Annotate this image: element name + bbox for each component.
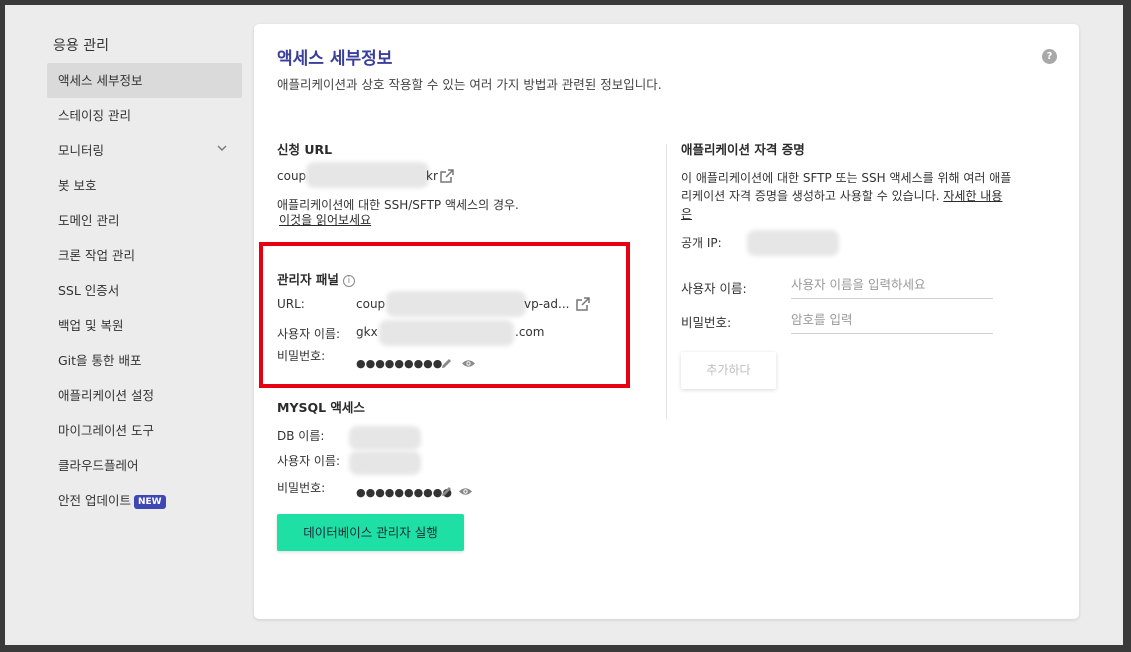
sidebar-item-label: 봇 보호 — [58, 178, 97, 193]
sidebar-item-access-details[interactable]: 액세스 세부정보 — [47, 63, 242, 98]
access-details-card: 액세스 세부정보 애플리케이션과 상호 작용할 수 있는 여러 가지 방법과 관… — [254, 24, 1079, 619]
more-info-link-cont[interactable]: 은 — [681, 205, 692, 222]
sidebar-item-ssl[interactable]: SSL 인증서 — [47, 273, 242, 308]
sidebar-item-label: 스테이징 관리 — [58, 108, 131, 123]
sidebar-item-cloudflare[interactable]: 클라우드플레어 — [47, 448, 242, 483]
sidebar-item-migration[interactable]: 마이그레이션 도구 — [47, 413, 242, 448]
redacted-blur — [349, 426, 421, 450]
app-url-heading: 신청 URL — [277, 142, 333, 157]
db-user-label: 사용자 이름: — [277, 454, 341, 468]
admin-url-start: coup — [356, 297, 386, 311]
sidebar-item-label: 애플리케이션 설정 — [58, 388, 154, 403]
eye-icon[interactable] — [458, 486, 473, 500]
db-password-masked: ●●●●●●●●●● — [356, 486, 452, 499]
sidebar-item-staging[interactable]: 스테이징 관리 — [47, 98, 242, 133]
redacted-blur — [306, 162, 429, 188]
redacted-blur — [379, 320, 514, 346]
column-divider — [666, 144, 667, 419]
external-link-icon[interactable] — [440, 169, 454, 187]
admin-panel-heading-text: 관리자 패널 — [277, 272, 339, 287]
sidebar: 응용 관리 액세스 세부정보 스테이징 관리 모니터링 봇 보호 도메인 관리 … — [47, 27, 242, 518]
sidebar-title: 응용 관리 — [53, 38, 109, 54]
page-title: 액세스 세부정보 — [277, 49, 393, 69]
admin-url-end: vp-ad... — [524, 297, 570, 311]
credentials-desc-1: 이 애플리케이션에 대한 SFTP 또는 SSH 액세스를 위해 여러 애플 — [681, 171, 1012, 185]
admin-user-start: gkx — [356, 325, 378, 339]
sidebar-item-label: Git을 통한 배포 — [58, 353, 142, 368]
edit-icon[interactable] — [440, 357, 453, 373]
sidebar-item-label: 클라우드플레어 — [58, 458, 139, 473]
sidebar-item-label: 마이그레이션 도구 — [58, 423, 154, 438]
password-label: 비밀번호: — [681, 315, 732, 330]
admin-password-masked: ●●●●●●●●● — [356, 357, 443, 370]
read-this-link[interactable]: 이것을 읽어보세요 — [279, 211, 371, 228]
sidebar-item-label: 백업 및 복원 — [58, 318, 124, 333]
redacted-blur — [349, 451, 421, 475]
help-icon[interactable]: ? — [1042, 49, 1057, 64]
external-link-icon[interactable] — [576, 297, 590, 315]
admin-user-end: .com — [515, 325, 545, 339]
sidebar-item-monitoring[interactable]: 모니터링 — [47, 133, 242, 168]
redacted-blur — [386, 291, 526, 317]
sidebar-item-git[interactable]: Git을 통한 배포 — [47, 343, 242, 378]
sidebar-item-cron[interactable]: 크론 작업 관리 — [47, 238, 242, 273]
sidebar-item-label: 크론 작업 관리 — [58, 248, 135, 263]
sidebar-item-label: 안전 업데이트 — [58, 493, 131, 508]
new-badge: NEW — [133, 494, 166, 509]
sidebar-item-label: 모니터링 — [58, 143, 105, 158]
db-pass-label: 비밀번호: — [277, 481, 326, 495]
admin-user-label: 사용자 이름: — [277, 327, 341, 341]
sidebar-item-domains[interactable]: 도메인 관리 — [47, 203, 242, 238]
app-url-end: kr — [426, 169, 438, 183]
eye-icon[interactable] — [461, 358, 476, 372]
admin-panel-heading: 관리자 패널 i — [277, 269, 355, 288]
add-credential-button[interactable]: 추가하다 — [681, 352, 776, 389]
info-icon[interactable]: i — [342, 274, 355, 287]
page-subtitle: 애플리케이션과 상호 작용할 수 있는 여러 가지 방법과 관련된 정보입니다. — [277, 77, 662, 92]
admin-pass-label: 비밀번호: — [277, 349, 326, 363]
credentials-heading: 애플리케이션 자격 증명 — [681, 142, 805, 157]
credentials-desc-text: 리케이션 자격 증명을 생성하고 사용할 수 있습니다. — [681, 189, 940, 203]
sidebar-item-label: 액세스 세부정보 — [58, 73, 143, 88]
app-url-start: coup — [277, 169, 307, 183]
sidebar-item-app-settings[interactable]: 애플리케이션 설정 — [47, 378, 242, 413]
redacted-blur — [747, 230, 839, 256]
more-info-link[interactable]: 자세한 내용 — [943, 189, 1002, 203]
sidebar-item-label: 도메인 관리 — [58, 213, 120, 228]
sidebar-item-backup[interactable]: 백업 및 복원 — [47, 308, 242, 343]
launch-db-manager-button[interactable]: 데이터베이스 관리자 실행 — [277, 514, 464, 551]
username-label: 사용자 이름: — [681, 281, 747, 296]
credentials-desc-2: 리케이션 자격 증명을 생성하고 사용할 수 있습니다. 자세한 내용 — [681, 187, 1002, 204]
username-input[interactable] — [791, 271, 993, 299]
sidebar-item-label: SSL 인증서 — [58, 283, 120, 298]
sidebar-item-bot-protection[interactable]: 봇 보호 — [47, 168, 242, 203]
password-input[interactable] — [791, 306, 993, 334]
admin-url-label: URL: — [277, 297, 305, 311]
app-frame: 응용 관리 액세스 세부정보 스테이징 관리 모니터링 봇 보호 도메인 관리 … — [5, 5, 1123, 645]
chevron-down-icon — [216, 133, 228, 168]
sidebar-item-safe-updates[interactable]: 안전 업데이트 NEW — [47, 483, 242, 518]
mysql-heading: MYSQL 액세스 — [277, 400, 365, 415]
public-ip-label: 공개 IP: — [681, 236, 722, 250]
edit-icon[interactable] — [440, 485, 453, 501]
db-name-label: DB 이름: — [277, 429, 325, 443]
